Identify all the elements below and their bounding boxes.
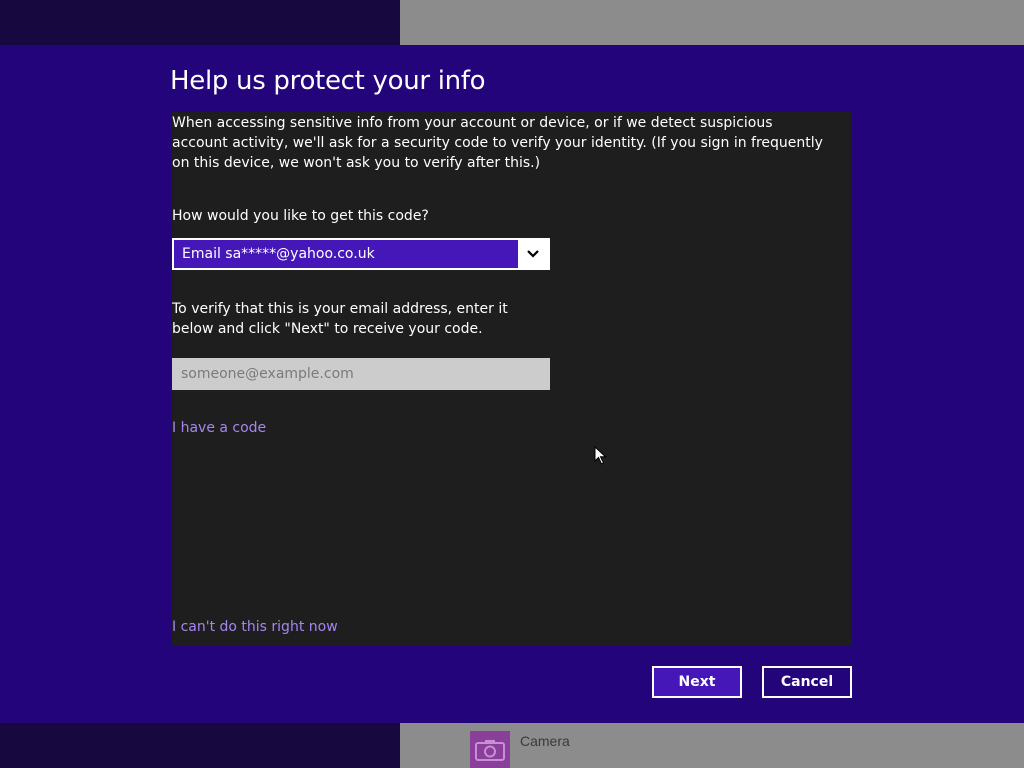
camera-icon xyxy=(475,739,505,761)
code-method-select[interactable]: Email sa*****@yahoo.co.uk xyxy=(172,238,550,270)
background-start-screen xyxy=(0,0,400,45)
camera-tile[interactable] xyxy=(470,731,510,768)
background-tile-area xyxy=(400,0,1024,45)
code-method-selected-value: Email sa*****@yahoo.co.uk xyxy=(182,246,375,262)
have-code-link[interactable]: I have a code xyxy=(172,420,266,436)
mouse-pointer-icon xyxy=(594,446,607,465)
dialog-title: Help us protect your info xyxy=(170,66,486,96)
email-field[interactable] xyxy=(172,358,550,390)
cancel-button[interactable]: Cancel xyxy=(762,666,852,698)
chevron-down-icon[interactable] xyxy=(518,240,548,268)
code-method-question: How would you like to get this code? xyxy=(172,208,429,224)
next-button[interactable]: Next xyxy=(652,666,742,698)
verify-instructions: To verify that this is your email addres… xyxy=(172,301,508,337)
intro-text: When accessing sensitive info from your … xyxy=(172,115,823,171)
background-start-screen-bottom xyxy=(0,723,400,768)
cant-do-now-link[interactable]: I can't do this right now xyxy=(172,619,338,635)
camera-tile-label: Camera xyxy=(520,733,570,749)
